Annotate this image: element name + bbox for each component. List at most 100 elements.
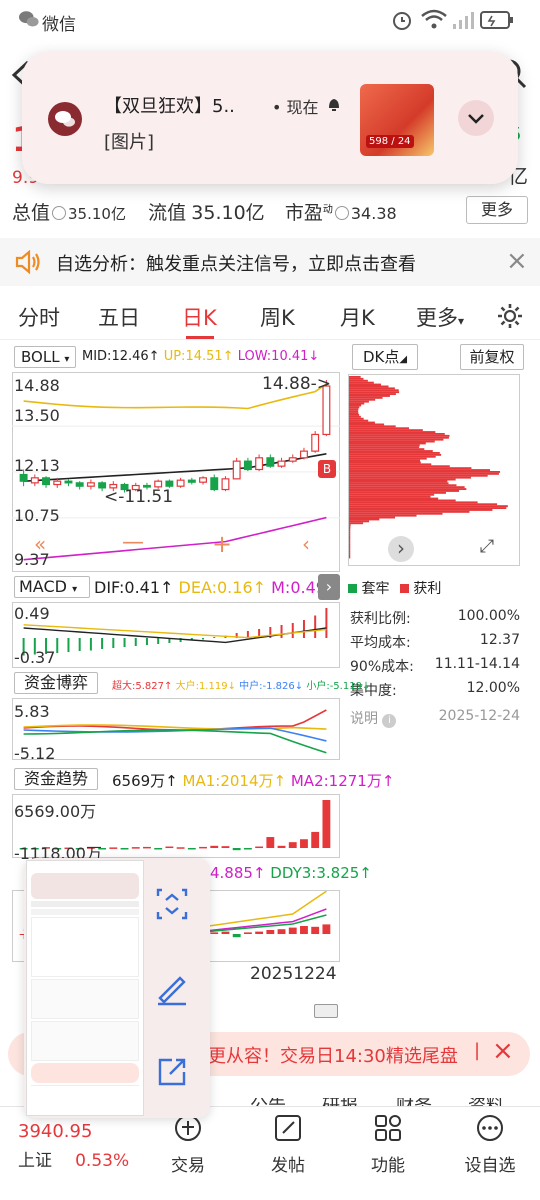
- info-icon[interactable]: [52, 205, 67, 220]
- long-screenshot-icon[interactable]: [152, 884, 192, 924]
- chip-bar: [349, 408, 359, 411]
- chip-date: 2025-12-24: [438, 708, 520, 724]
- indicator-select-macd[interactable]: MACD ▾: [14, 576, 90, 598]
- kline-y-label: 12.13: [14, 456, 60, 475]
- indicator-select-boll[interactable]: BOLL ▾: [14, 346, 76, 368]
- more-button[interactable]: 更多: [466, 196, 528, 224]
- ddy-bar: [266, 930, 275, 934]
- zoom-in-icon[interactable]: +: [212, 530, 232, 558]
- dk-point-button[interactable]: DK点◢: [352, 344, 418, 370]
- chip-bar: [349, 376, 361, 378]
- chip-bar: [349, 537, 351, 540]
- tab-intraday[interactable]: 分时: [18, 302, 60, 332]
- chip-bar: [349, 524, 351, 527]
- chip-bar: [349, 543, 351, 546]
- notification-expand-button[interactable]: [458, 100, 494, 136]
- chip-bar: [349, 427, 410, 430]
- status-bar: 微信: [0, 0, 540, 40]
- cg-small: 小户:-5.119↓: [306, 681, 371, 692]
- indicator-select-capital-game[interactable]: 资金博弈: [14, 672, 98, 694]
- chip-bar: [349, 463, 432, 466]
- kline-candle: [311, 433, 320, 452]
- avg-cost-label: 平均成本:: [350, 635, 411, 651]
- buy-marker[interactable]: B: [318, 460, 336, 478]
- total-value-label: 总值: [12, 202, 51, 224]
- nav-trade[interactable]: 交易: [148, 1113, 228, 1176]
- chip-bar: [349, 387, 395, 390]
- scrollbar-handle[interactable]: [314, 1004, 338, 1018]
- chip-bar: [349, 548, 351, 551]
- capital-game-chart[interactable]: [12, 698, 340, 760]
- chip-bar: [349, 490, 460, 492]
- scroll-left-fast-icon[interactable]: «: [34, 532, 46, 556]
- boll-up: UP:14.51↑: [163, 349, 234, 364]
- pe-superscript: 动: [322, 204, 333, 216]
- chip-bar: [349, 472, 499, 475]
- chip-bar: [349, 510, 470, 513]
- ct-bar: [210, 845, 219, 848]
- chip-bar: [349, 393, 396, 395]
- tab-weekly-k[interactable]: 周K: [260, 302, 295, 332]
- adjust-button[interactable]: 前复权: [460, 344, 524, 370]
- zoom-out-icon[interactable]: —: [122, 530, 144, 555]
- ct-value: 6569万↑: [112, 772, 178, 790]
- chip-bar: [349, 404, 362, 407]
- note-label[interactable]: 说明 i: [350, 708, 397, 728]
- analysis-banner[interactable]: 自选分析：触发重点关注信号，立即点击查看 ×: [0, 238, 540, 286]
- kline-candle: [53, 480, 62, 486]
- screenshot-thumbnail[interactable]: [26, 860, 144, 1116]
- chip-bar: [349, 465, 450, 468]
- ct-bar: [322, 800, 331, 848]
- chip-bar: [349, 455, 436, 458]
- info-icon[interactable]: [334, 205, 349, 220]
- macd-chart[interactable]: [12, 602, 340, 668]
- scroll-left-icon[interactable]: ‹: [302, 532, 310, 556]
- chip-bar: [349, 423, 385, 426]
- tab-five-day[interactable]: 五日: [98, 302, 140, 332]
- close-icon[interactable]: ×: [492, 1036, 514, 1066]
- ct-bar: [300, 839, 308, 848]
- legend-trapped: 套牢: [361, 581, 390, 597]
- chip-bar: [349, 410, 359, 413]
- wechat-notification[interactable]: 【双旦狂欢】5.. • 现在 [图片] 598 / 24: [22, 52, 518, 184]
- tab-monthly-k[interactable]: 月K: [340, 302, 375, 332]
- panel-collapse-icon[interactable]: ›: [318, 574, 340, 600]
- screenshot-preview[interactable]: [24, 858, 210, 1118]
- tab-more-label: 更多: [416, 306, 458, 330]
- nav-post[interactable]: 发帖: [248, 1113, 328, 1176]
- chip-bar: [349, 509, 493, 511]
- edit-pen-icon[interactable]: [152, 968, 192, 1008]
- chip-bar: [349, 398, 376, 401]
- macd-dea: DEA:0.16↑: [178, 578, 267, 597]
- kline-candle: [243, 460, 252, 471]
- index-quote[interactable]: 3940.95 上证 0.53%: [18, 1121, 148, 1171]
- bottom-nav: 3940.95 上证 0.53% 交易 发帖 功能 设自选: [0, 1106, 540, 1200]
- expand-icon[interactable]: ⤢: [474, 536, 500, 562]
- chip-bar: [349, 446, 420, 449]
- close-icon[interactable]: ×: [506, 246, 528, 276]
- indicator-select-capital-trend[interactable]: 资金趋势: [14, 768, 98, 790]
- nav-add-watchlist[interactable]: 设自选: [450, 1113, 530, 1176]
- chip-bar: [349, 414, 360, 416]
- chevron-right-icon[interactable]: ›: [388, 536, 414, 562]
- tab-daily-k[interactable]: 日K: [182, 302, 217, 332]
- ddy-bar: [221, 931, 230, 934]
- kline-candle: [30, 477, 39, 484]
- ddy-bar: [277, 929, 286, 934]
- ct-bar: [266, 837, 275, 848]
- nav-functions[interactable]: 功能: [348, 1113, 428, 1176]
- tab-more[interactable]: 更多▾: [416, 302, 464, 332]
- index-value: 3940.95: [18, 1121, 93, 1142]
- chip-bar: [349, 417, 364, 420]
- share-icon[interactable]: [152, 1052, 192, 1092]
- chip-bar: [349, 493, 435, 496]
- kline-candle: [266, 457, 275, 467]
- chip-bar: [349, 461, 421, 464]
- chip-bar: [349, 389, 399, 392]
- kline-candle: [288, 457, 297, 462]
- battery-icon: [480, 11, 513, 29]
- notification-title: 【双旦狂欢】5..: [104, 96, 235, 117]
- chart-nav-controls: « — + ‹: [34, 530, 334, 558]
- kline-candle: [154, 480, 163, 488]
- settings-gear-icon[interactable]: [496, 302, 524, 330]
